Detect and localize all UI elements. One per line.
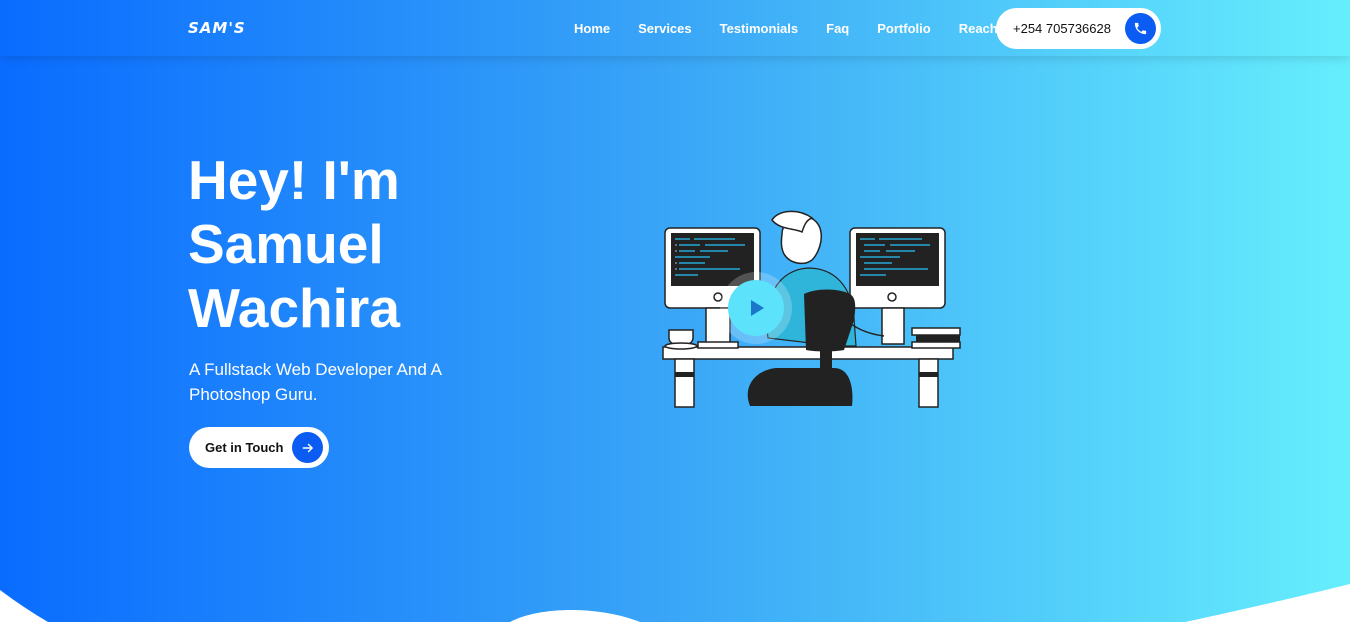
hero-subtitle: A Fullstack Web Developer And A Photosho… — [189, 360, 441, 404]
nav-link-services[interactable]: Services — [638, 21, 692, 36]
play-button-inner — [728, 280, 784, 336]
nav-link-testimonials[interactable]: Testimonials — [720, 21, 799, 36]
phone-icon[interactable] — [1125, 13, 1156, 44]
nav-link-faq[interactable]: Faq — [826, 21, 849, 36]
phone-number: +254 705736628 — [1013, 21, 1111, 36]
phone-contact-button[interactable]: +254 705736628 — [996, 8, 1161, 49]
get-in-touch-label: Get in Touch — [205, 440, 284, 455]
nav-menu: Home Services Testimonials Faq Portfolio… — [560, 0, 1033, 56]
developer-at-desk-illustration — [662, 210, 961, 408]
nav-link-home[interactable]: Home — [574, 21, 610, 36]
play-icon — [751, 300, 764, 316]
get-in-touch-button[interactable]: Get in Touch — [189, 427, 329, 468]
nav-link-portfolio[interactable]: Portfolio — [877, 21, 930, 36]
bottom-wave-shape — [0, 584, 1350, 622]
logo[interactable]: SAM'S — [188, 19, 246, 37]
arrow-right-icon — [292, 432, 323, 463]
play-video-button[interactable] — [720, 272, 792, 344]
navbar: SAM'S Home Services Testimonials Faq Por… — [0, 0, 1350, 56]
hero-title: Hey! I'm Samuel Wachira — [188, 149, 400, 339]
